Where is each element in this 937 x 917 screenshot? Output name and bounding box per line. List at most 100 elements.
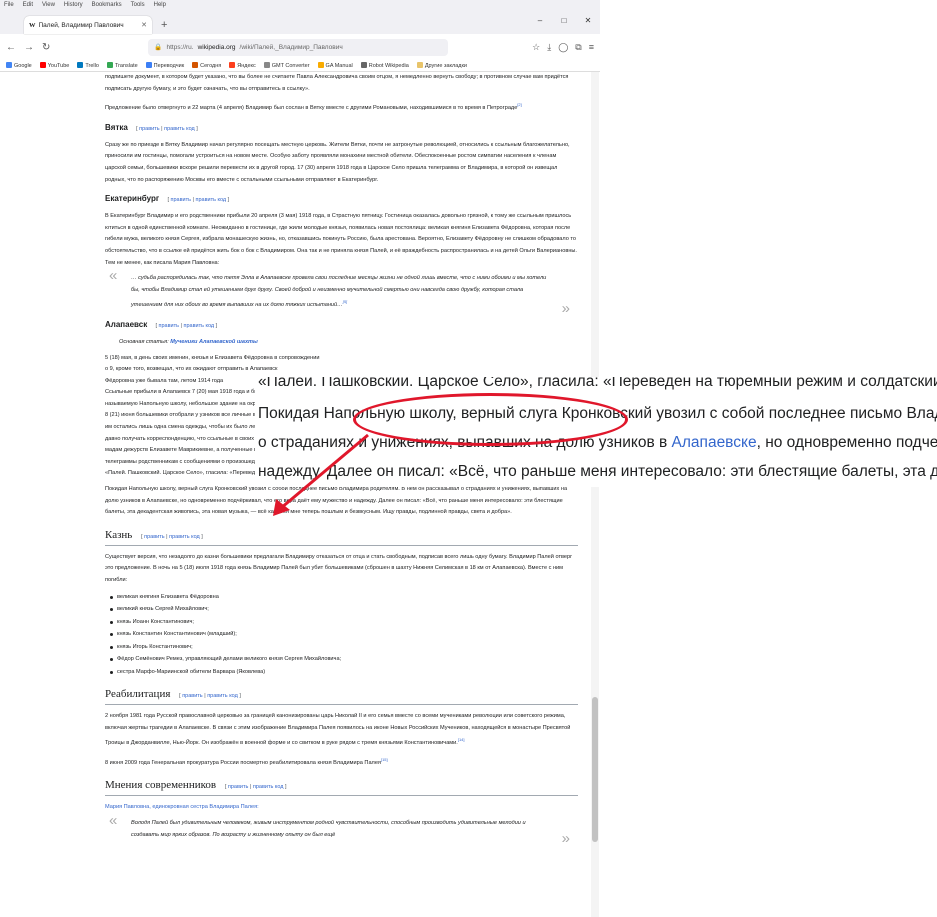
section-heading-vyatka: Вятка [ править | править код ] xyxy=(105,122,198,132)
bookmark-item[interactable]: GMT Converter xyxy=(263,62,310,69)
bookmark-folder[interactable]: Другие закладки xyxy=(416,62,467,69)
edit-links: [ править | править код ] xyxy=(224,784,287,791)
list-item: великий князь Сергей Михайлович; xyxy=(109,603,578,616)
section-heading-alapaevsk: Алапаевск [ править | править код ] xyxy=(105,319,218,329)
minimize-icon[interactable]: – xyxy=(528,14,552,28)
list-item: князь Иоанн Константинович; xyxy=(109,616,578,629)
person-link[interactable]: Мария Павловна, единокровная сестра Влад… xyxy=(105,804,259,810)
section-heading-ekaterinburg: Екатеринбург [ править | править код ] xyxy=(105,194,230,204)
bookmark-item[interactable]: Переводчик xyxy=(145,62,184,69)
tab-bar: W Палей, Владимир Павлович ✕ + – □ ✕ xyxy=(0,14,600,34)
section-heading-execution: Казнь [ править | править код ] xyxy=(105,529,578,546)
close-window-icon[interactable]: ✕ xyxy=(576,14,600,28)
hatnote: Основная статья: Мученики Алапаевской ша… xyxy=(119,338,258,345)
quote-block: … судьба распорядилась так, что тетя Элл… xyxy=(105,270,578,315)
paragraph: Сразу же по приезде в Вятку Владимир нач… xyxy=(105,141,570,183)
maximize-icon[interactable]: □ xyxy=(552,14,576,28)
victims-list: великая княгиня Елизавета Фёдоровна вели… xyxy=(109,591,578,679)
menu-bar: File Edit View History Bookmarks Tools H… xyxy=(0,0,600,14)
reference-link[interactable]: [15] xyxy=(381,757,388,762)
text-line: о 9, кроме того, возвещал, что их ожидаю… xyxy=(105,366,278,373)
edit-code-link[interactable]: править код xyxy=(207,693,238,699)
edit-links: [ править | править код ] xyxy=(167,197,230,204)
paragraph: 2 ноября 1981 года Русской православной … xyxy=(105,713,571,747)
reference-link[interactable]: [5] xyxy=(343,299,347,304)
url-domain: wikipedia.org xyxy=(197,43,236,51)
bookmark-item[interactable]: Translate xyxy=(106,62,138,69)
edit-link[interactable]: править xyxy=(144,534,164,540)
paragraph: Существует версия, что незадолго до казн… xyxy=(105,553,573,583)
new-tab-button[interactable]: + xyxy=(161,16,167,34)
menu-bookmarks[interactable]: Bookmarks xyxy=(92,2,122,12)
reload-icon[interactable]: ↻ xyxy=(42,42,50,53)
edit-code-link[interactable]: править код xyxy=(164,126,195,132)
bookmarks-bar: Google YouTube Trello Translate Переводч… xyxy=(0,60,600,72)
bookmark-item[interactable]: Trello xyxy=(77,62,99,69)
bookmark-item[interactable]: GA Manual xyxy=(317,62,353,69)
edit-links: [ править | править код ] xyxy=(155,322,218,329)
edit-link[interactable]: править xyxy=(228,784,248,790)
lock-icon: 🔒 xyxy=(154,44,163,51)
list-item: Фёдор Семёнович Ремез, управляющий делам… xyxy=(109,653,578,666)
address-bar[interactable]: 🔒 https://ru. wikipedia.org/wiki/Палей,_В… xyxy=(148,38,449,56)
bookmark-item[interactable]: Robot Wikipedia xyxy=(360,62,409,69)
edit-link[interactable]: править xyxy=(139,126,159,132)
url-prefix: https://ru. xyxy=(166,43,194,51)
zoom-line: надежду. Далее он писал: «Всё, что раньш… xyxy=(258,463,937,480)
tab-article[interactable]: W Палей, Владимир Павлович ✕ xyxy=(24,16,152,34)
reference-link[interactable]: [14] xyxy=(458,737,465,742)
list-item: великая княгиня Елизавета Фёдоровна xyxy=(109,591,578,604)
menu-view[interactable]: View xyxy=(42,2,55,12)
extensions-icon[interactable]: ⧉ xyxy=(575,42,581,53)
paragraph: 8 июня 2009 года Генеральная прокуратура… xyxy=(105,756,388,766)
paragraph: подпишете документ, в котором будет указ… xyxy=(105,74,569,92)
edit-code-link[interactable]: править код xyxy=(195,197,226,203)
tab-title: Палей, Владимир Павлович xyxy=(38,21,124,29)
list-item: князь Игорь Константинович; xyxy=(109,641,578,654)
paragraph: Предложение было отвергнуто и 22 марта (… xyxy=(105,102,522,112)
navigation-bar: ← → ↻ 🔒 https://ru. wikipedia.org/wiki/Па… xyxy=(0,34,600,60)
paragraph: В Екатеринбург Владимир и его родственни… xyxy=(105,213,577,266)
zoom-line: «Палей. Пашковский. Царское Село», гласи… xyxy=(258,377,937,390)
forward-icon[interactable]: → xyxy=(24,42,34,53)
edit-links: [ править | править код ] xyxy=(141,533,203,540)
zoom-line: о страданиях и унижениях, выпавших на до… xyxy=(258,434,937,451)
list-item: князь Константин Константинович (младший… xyxy=(109,628,578,641)
main-article-link[interactable]: Мученики Алапаевской шахты xyxy=(170,339,258,345)
download-icon[interactable]: ⤓ xyxy=(547,42,551,53)
menu-history[interactable]: History xyxy=(64,2,83,12)
edit-link[interactable]: править xyxy=(159,323,179,329)
vertical-scrollbar[interactable] xyxy=(591,72,599,917)
menu-icon[interactable]: ≡ xyxy=(589,42,594,53)
window-controls: – □ ✕ xyxy=(528,14,600,28)
paragraph-school: Покидая Напольную школу, верный слуга Кр… xyxy=(105,486,568,516)
bookmark-item[interactable]: Google xyxy=(6,62,32,69)
edit-links: [ править | править код ] xyxy=(136,125,198,132)
bookmark-item[interactable]: Яндекс xyxy=(229,62,256,69)
wikipedia-icon: W xyxy=(29,21,36,29)
bookmark-item[interactable]: Сегодня xyxy=(192,62,221,69)
bookmark-item[interactable]: YouTube xyxy=(39,62,69,69)
menu-tools[interactable]: Tools xyxy=(131,2,145,12)
reference-link[interactable]: [2] xyxy=(517,102,521,107)
menu-help[interactable]: Help xyxy=(154,2,166,12)
edit-code-link[interactable]: править код xyxy=(253,784,284,790)
edit-code-link[interactable]: править код xyxy=(169,534,200,540)
edit-link[interactable]: править xyxy=(182,693,202,699)
menu-edit[interactable]: Edit xyxy=(23,2,33,12)
edit-code-link[interactable]: править код xyxy=(184,323,215,329)
back-icon[interactable]: ← xyxy=(6,42,16,53)
scrollbar-thumb[interactable] xyxy=(592,697,598,842)
zoom-link-alapaevsk[interactable]: Алапаевске xyxy=(672,434,757,451)
close-tab-icon[interactable]: ✕ xyxy=(141,21,147,29)
list-item: сестра Марфо-Мариинской обители Варвара … xyxy=(109,666,578,679)
account-icon[interactable]: ◯ xyxy=(558,42,568,53)
menu-file[interactable]: File xyxy=(4,2,14,12)
quote-block: Володя Палей был удивительным человеком,… xyxy=(105,815,578,844)
section-heading-rehabilitation: Реабилитация [ править | править код ] xyxy=(105,688,578,706)
bookmark-star-icon[interactable]: ☆ xyxy=(532,42,540,53)
toolbar-right: ☆ ⤓ ◯ ⧉ ≡ xyxy=(532,42,594,53)
section-heading-opinions: Мнения современников [ править | править… xyxy=(105,779,578,797)
edit-link[interactable]: править xyxy=(171,197,191,203)
highlight-ellipse xyxy=(353,393,628,446)
